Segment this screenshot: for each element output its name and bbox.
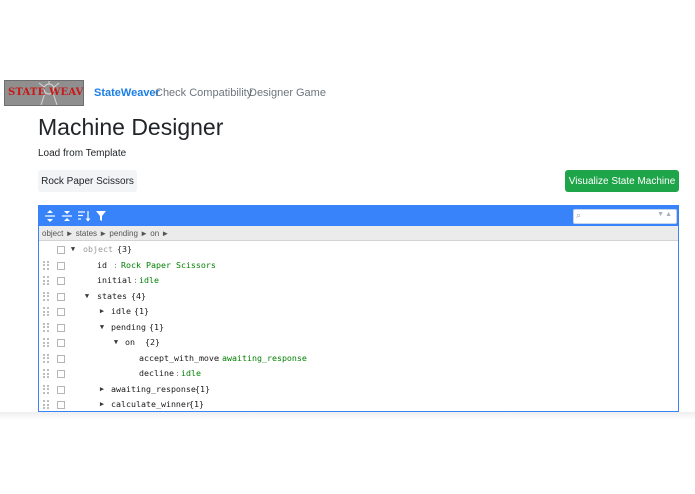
row-select-checkbox[interactable] [57, 354, 65, 363]
row-select-checkbox[interactable] [57, 277, 65, 285]
tree-row: ▼ object {3} [39, 242, 678, 257]
row-select-checkbox[interactable] [57, 339, 65, 347]
tree-key[interactable]: decline [139, 366, 174, 381]
tree-key[interactable]: awaiting_response [111, 382, 196, 397]
tree-value[interactable]: awaiting_response [222, 351, 307, 366]
tree-count: {4} [131, 290, 146, 301]
drag-handle-icon[interactable] [43, 291, 49, 301]
tree-value[interactable]: idle [139, 273, 159, 288]
nav-link-check-compatibility[interactable]: Check Compatibility [155, 87, 252, 99]
row-select-checkbox[interactable] [57, 323, 65, 332]
logo[interactable]: STATE WEAVER [4, 80, 84, 106]
template-section-label: Load from Template [38, 148, 127, 159]
tree-key[interactable]: calculate_winner [111, 397, 191, 412]
tree-count: {1} [195, 383, 210, 394]
tree-row: ▼ pending {1} [39, 320, 678, 335]
drag-handle-icon[interactable] [43, 353, 49, 363]
tree-key[interactable]: initial [97, 273, 132, 288]
tree-value[interactable]: Rock Paper Scissors [121, 258, 216, 273]
tree-count: {2} [145, 337, 160, 347]
search-nav-arrows-icon[interactable]: ▼▲ [657, 211, 673, 218]
tree-key[interactable]: states [97, 289, 127, 304]
template-rock-paper-scissors-button[interactable]: Rock Paper Scissors [38, 170, 137, 192]
tree-key[interactable]: id [97, 258, 107, 273]
tree-key[interactable]: idle [111, 304, 131, 319]
expand-arrow-icon[interactable]: ▶ [98, 397, 106, 412]
expand-all-icon[interactable] [43, 209, 57, 223]
visualize-state-machine-button[interactable]: Visualize State Machine [565, 170, 679, 192]
row-select-checkbox[interactable] [57, 308, 65, 316]
tree-row: ▶ idle {1} [39, 304, 678, 319]
drag-handle-icon[interactable] [43, 307, 49, 316]
json-editor: ⌕ ▼▲ object ► states ► pending ► on ► ▼ … [38, 205, 679, 412]
tree-row: accept_with_move : awaiting_response [39, 351, 678, 366]
logo-text: STATE WEAVER [8, 87, 84, 98]
breadcrumb[interactable]: object ► states ► pending ► on ► [39, 226, 678, 241]
collapse-arrow-icon[interactable]: ▼ [69, 242, 77, 257]
expand-arrow-icon[interactable]: ▶ [98, 382, 106, 397]
tree-row: ▶ calculate_winner {1} [39, 397, 678, 412]
nav-link-game[interactable]: Game [296, 87, 326, 99]
key-value-separator: : [133, 275, 138, 285]
key-value-separator: : [175, 368, 180, 378]
collapse-arrow-icon[interactable]: ▼ [98, 320, 106, 335]
row-select-checkbox[interactable] [57, 246, 65, 254]
tree-key[interactable]: accept_with_move [139, 351, 219, 366]
navbar: STATE WEAVER StateWeaver Check Compatibi… [0, 80, 695, 108]
search-box[interactable]: ⌕ ▼▲ [573, 209, 677, 224]
row-select-checkbox[interactable] [57, 385, 65, 394]
tree-count: {3} [117, 244, 132, 254]
page-title: Machine Designer [38, 114, 224, 140]
collapse-all-icon[interactable] [60, 209, 74, 223]
tree-row: ▶ awaiting_response {1} [39, 382, 678, 397]
search-icon: ⌕ [576, 210, 582, 220]
tree-row: initial : idle [39, 273, 678, 288]
filter-icon[interactable] [94, 209, 108, 223]
tree-count: {1} [149, 321, 164, 332]
drag-handle-icon[interactable] [43, 260, 49, 270]
drag-handle-icon[interactable] [43, 276, 49, 285]
tree-key[interactable]: object [83, 242, 113, 257]
key-value-separator: : [113, 259, 118, 270]
row-select-checkbox[interactable] [57, 292, 65, 301]
nav-brand-link[interactable]: StateWeaver [94, 87, 160, 99]
tree-row: id : Rock Paper Scissors [39, 258, 678, 273]
nav-link-designer[interactable]: Designer [249, 87, 293, 99]
tree-value[interactable]: idle [181, 366, 201, 381]
tree-row: decline : idle [39, 366, 678, 381]
drag-handle-icon[interactable] [43, 400, 49, 409]
drag-handle-icon[interactable] [43, 338, 49, 347]
row-select-checkbox[interactable] [57, 261, 65, 270]
expand-arrow-icon[interactable]: ▶ [98, 304, 106, 319]
tree-key[interactable]: pending [111, 320, 146, 335]
editor-menubar: ⌕ ▼▲ [39, 206, 678, 226]
tree-count: {1} [189, 399, 204, 409]
drag-handle-icon[interactable] [43, 369, 49, 378]
row-select-checkbox[interactable] [57, 401, 65, 409]
collapse-arrow-icon[interactable]: ▼ [83, 289, 91, 304]
drag-handle-icon[interactable] [43, 322, 49, 332]
key-value-separator: : [216, 352, 221, 363]
sort-icon[interactable] [77, 209, 91, 223]
tree-row: ▼ on {2} [39, 335, 678, 350]
drag-handle-icon[interactable] [43, 384, 49, 394]
tree-count: {1} [134, 306, 149, 316]
page-bottom-shadow [0, 412, 695, 420]
row-select-checkbox[interactable] [57, 370, 65, 378]
collapse-arrow-icon[interactable]: ▼ [112, 335, 120, 350]
tree-row: ▼ states {4} [39, 289, 678, 304]
tree-key[interactable]: on [125, 335, 135, 350]
